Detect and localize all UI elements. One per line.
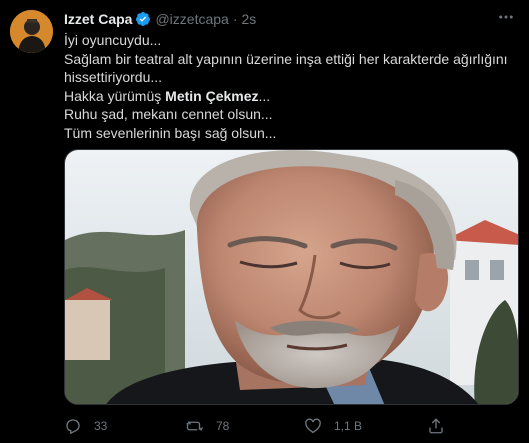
more-icon[interactable]: [493, 6, 519, 28]
verified-badge-icon: [135, 11, 151, 27]
line-suffix: ...: [258, 87, 271, 104]
tweet-line: Sağlam bir teatral alt yapının üzerine i…: [64, 50, 508, 67]
timestamp[interactable]: 2s: [242, 11, 257, 27]
retweet-icon: [186, 417, 204, 435]
separator-dot: ·: [232, 11, 238, 27]
like-icon: [304, 417, 322, 435]
reply-button[interactable]: 33: [64, 414, 107, 438]
like-button[interactable]: 1,1 B: [304, 414, 362, 438]
tweet-photo[interactable]: [64, 149, 519, 405]
like-count: 1,1 B: [334, 419, 363, 433]
share-button[interactable]: [427, 414, 445, 438]
avatar[interactable]: [10, 10, 53, 53]
reply-count: 33: [94, 419, 108, 433]
author-name[interactable]: Izzet Capa: [64, 11, 132, 27]
tweet-line-mention: Hakka yürümüş Metin Çekmez...: [64, 87, 519, 106]
tweet-line: İyi oyuncuydu...: [64, 32, 162, 48]
bold-name: Metin Çekmez: [165, 87, 259, 104]
tweet-line: hissettiriyordu...: [64, 69, 163, 86]
retweet-button[interactable]: 78: [186, 414, 229, 438]
tweet-header: Izzet Capa @izzetcapa · 2s: [64, 9, 256, 29]
tweet-line: Ruhu şad, mekanı cennet olsun...: [64, 106, 273, 123]
tweet-text: İyi oyuncuydu... Sağlam bir teatral alt …: [64, 31, 519, 143]
line-prefix: Hakka yürümüş: [64, 87, 166, 104]
share-icon: [427, 417, 445, 435]
tweet[interactable]: Izzet Capa @izzetcapa · 2s İyi oyuncuydu…: [0, 0, 529, 443]
tweet-actions: 33 78 1,1 B: [64, 414, 519, 438]
retweet-count: 78: [216, 419, 230, 433]
tweet-line: Tüm sevenlerinin başı sağ olsun...: [64, 124, 277, 141]
author-handle[interactable]: @izzetcapa: [155, 11, 228, 27]
reply-icon: [64, 417, 82, 435]
